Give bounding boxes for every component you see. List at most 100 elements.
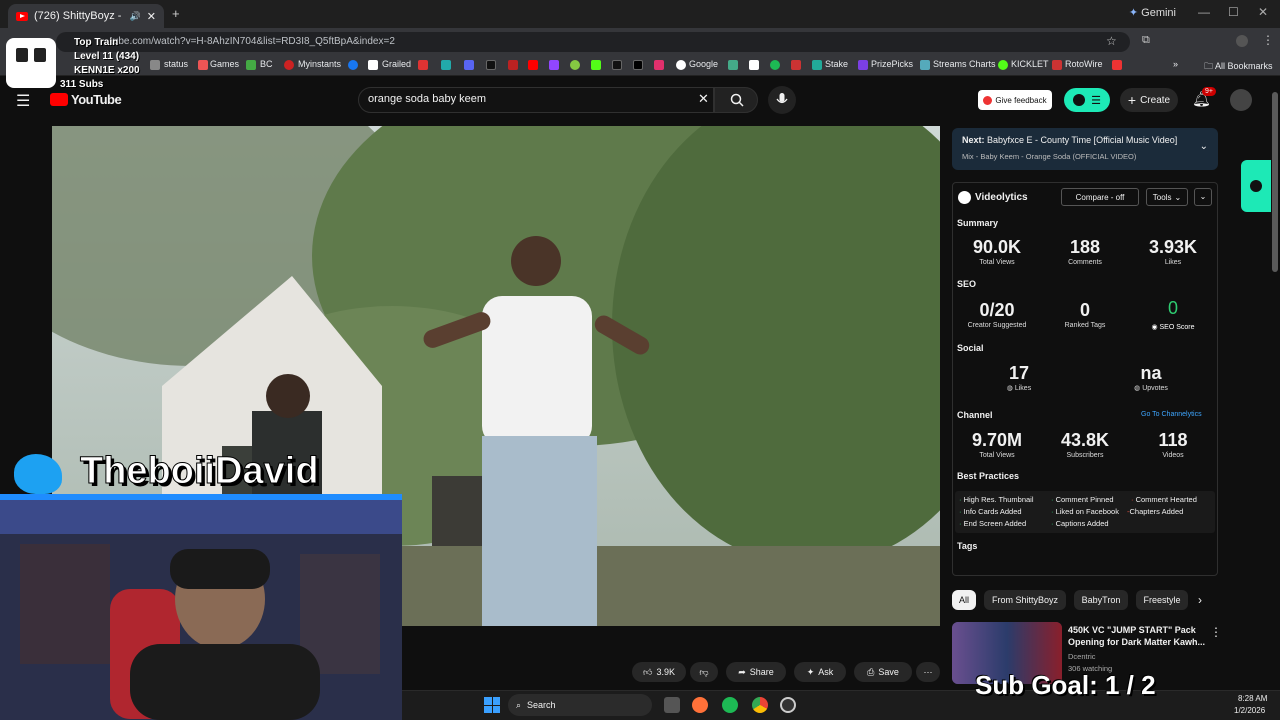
bookmark-icon-1[interactable] xyxy=(418,60,428,70)
chip-all[interactable]: All xyxy=(952,590,976,610)
tiktok-icon[interactable] xyxy=(612,60,622,70)
tab-audio-icon[interactable]: 🔊 xyxy=(130,11,141,22)
url-text[interactable]: tube.com/watch?v=H-8AhzIN704&list=RD3I8_… xyxy=(110,36,395,47)
seo-heading: SEO xyxy=(957,279,977,289)
ask-label: Ask xyxy=(818,667,834,677)
chip-from-channel[interactable]: From ShittyBoyz xyxy=(984,590,1066,610)
bookmark-icon-5[interactable] xyxy=(508,60,518,70)
videolytics-toggle-button[interactable]: ☰ xyxy=(1064,88,1110,112)
new-tab-icon[interactable]: + xyxy=(172,6,180,21)
dislike-button[interactable]: 👎︎ xyxy=(690,662,718,682)
facebook-icon[interactable] xyxy=(348,60,358,70)
compare-button[interactable]: Compare - off xyxy=(1061,188,1139,206)
more-actions-button[interactable]: ⋯ xyxy=(916,662,940,682)
give-feedback-button[interactable]: Give feedback xyxy=(978,90,1052,110)
obs-icon[interactable] xyxy=(780,697,796,713)
spotify-icon[interactable] xyxy=(770,60,780,70)
twitch-icon[interactable] xyxy=(549,60,559,70)
all-bookmarks[interactable]: 🗀 All Bookmarks xyxy=(1204,59,1273,75)
social-likes-value: 17 xyxy=(1008,363,1030,383)
share-button[interactable]: ➦ Share xyxy=(726,662,786,682)
bookmark-star-icon[interactable]: ☆ xyxy=(1106,34,1117,48)
taskbar-search[interactable]: ⌕ Search xyxy=(508,694,652,716)
videolytics-side-tab[interactable] xyxy=(1241,160,1271,212)
chip-freestyle[interactable]: Freestyle xyxy=(1136,590,1188,610)
bookmark-icon-9[interactable] xyxy=(1112,60,1122,70)
bookmark-streamscharts[interactable]: Streams Charts xyxy=(933,59,996,69)
upvotes-value: na xyxy=(1140,363,1162,383)
browser-tab[interactable]: (726) ShittyBoyz - Ed Edd & 🔊 ✕ xyxy=(8,4,164,28)
bookmark-icon-4[interactable] xyxy=(486,60,496,70)
bookmark-stake[interactable]: Stake xyxy=(825,59,848,69)
minimize-icon[interactable]: — xyxy=(1198,5,1210,19)
bookmark-status[interactable]: status xyxy=(164,59,188,69)
tab-title: (726) ShittyBoyz - Ed Edd & xyxy=(34,10,124,22)
bookmark-icon-3[interactable] xyxy=(464,60,474,70)
browser-menu-icon[interactable]: ⋮ xyxy=(1262,33,1274,47)
task-view-icon[interactable] xyxy=(664,697,680,713)
bookmark-icon-8[interactable] xyxy=(791,60,801,70)
kick-icon[interactable] xyxy=(591,60,601,70)
firefox-icon[interactable] xyxy=(692,697,708,713)
clock-time[interactable]: 8:28 AM xyxy=(1238,694,1267,703)
bookmark-myinstants[interactable]: Myinstants xyxy=(298,59,341,69)
bookmark-icon-6[interactable] xyxy=(728,60,738,70)
profile-avatar[interactable] xyxy=(1236,35,1248,47)
bookmarks-overflow-icon[interactable]: » xyxy=(1173,59,1178,69)
x-icon[interactable] xyxy=(633,60,643,70)
bookmark-rotowire[interactable]: RotoWire xyxy=(1065,59,1103,69)
search-input[interactable]: orange soda baby keem xyxy=(368,93,486,105)
youtube-bookmark-icon[interactable] xyxy=(528,60,538,70)
bookmark-prizepicks[interactable]: PrizePicks xyxy=(871,59,913,69)
maximize-icon[interactable]: ☐ xyxy=(1228,5,1239,19)
gemini-button[interactable]: ✦ Gemini xyxy=(1129,6,1176,19)
bookmark-icon-2[interactable] xyxy=(441,60,451,70)
bookmark-grailed[interactable]: Grailed xyxy=(382,59,411,69)
up-next-prefix: Next: xyxy=(962,135,985,145)
page-scrollbar[interactable] xyxy=(1272,92,1278,272)
chips-next-icon[interactable]: › xyxy=(1198,593,1202,607)
notifications-button[interactable]: 🔔︎ 9+ xyxy=(1192,87,1216,109)
up-next-panel[interactable]: Next: Babyfxce E - County Time [Official… xyxy=(952,128,1218,170)
spotify-taskbar-icon[interactable] xyxy=(722,697,738,713)
youtube-logo[interactable]: YouTube xyxy=(50,92,122,107)
chrome-icon[interactable] xyxy=(752,697,768,713)
chevron-down-icon[interactable]: ⌄ xyxy=(1200,141,1208,152)
up-next-title[interactable]: Babyfxce E - County Time [Official Music… xyxy=(987,135,1177,145)
create-button[interactable]: + Create xyxy=(1120,88,1178,112)
panel-collapse-button[interactable]: ⌄ xyxy=(1194,188,1212,206)
search-button[interactable] xyxy=(714,87,758,113)
videolytics-logo-icon xyxy=(1073,94,1086,106)
bookmark-bc-icon xyxy=(246,60,256,70)
start-button[interactable] xyxy=(484,697,500,713)
train-user: KENN1E x200 xyxy=(74,65,140,76)
like-button[interactable]: 👍︎ 3.9K xyxy=(632,662,686,682)
extensions-icon[interactable]: ⧉ xyxy=(1142,34,1150,47)
bookmark-icon-7[interactable] xyxy=(749,60,759,70)
seo-score-label: SEO Score xyxy=(1159,324,1195,331)
go-to-channelytics-link[interactable]: Go To Channelytics xyxy=(1141,411,1202,418)
tools-button[interactable]: Tools ⌄ xyxy=(1146,188,1188,206)
instagram-icon[interactable] xyxy=(654,60,664,70)
browser-titlebar: (726) ShittyBoyz - Ed Edd & 🔊 ✕ + ✦ Gemi… xyxy=(0,0,1280,28)
bookmark-bc[interactable]: BC xyxy=(260,59,273,69)
account-avatar[interactable] xyxy=(1230,89,1252,111)
clear-search-icon[interactable]: ✕ xyxy=(698,91,709,107)
chip-babytron[interactable]: BabyTron xyxy=(1074,590,1128,610)
ask-button[interactable]: ✦ Ask xyxy=(794,662,846,682)
rec-title[interactable]: 450K VC "JUMP START" Pack Opening for Da… xyxy=(1068,624,1206,648)
close-window-icon[interactable]: ✕ xyxy=(1258,5,1268,19)
save-button[interactable]: ⎙ Save xyxy=(854,662,912,682)
rumble-icon[interactable] xyxy=(570,60,580,70)
bookmark-google[interactable]: Google xyxy=(689,59,718,69)
tab-close-icon[interactable]: ✕ xyxy=(147,10,156,23)
bookmark-games[interactable]: Games xyxy=(210,59,239,69)
clock-date[interactable]: 1/2/2026 xyxy=(1234,706,1265,715)
feedback-icon xyxy=(983,95,993,105)
tools-label: Tools xyxy=(1152,192,1172,202)
rec-channel[interactable]: Dcentric xyxy=(1068,652,1096,661)
rec-more-icon[interactable]: ⋮ xyxy=(1210,625,1222,639)
bookmark-kicklet[interactable]: KICKLET xyxy=(1011,59,1049,69)
voice-search-button[interactable] xyxy=(768,86,796,114)
hamburger-menu-icon[interactable]: ☰ xyxy=(16,91,30,111)
